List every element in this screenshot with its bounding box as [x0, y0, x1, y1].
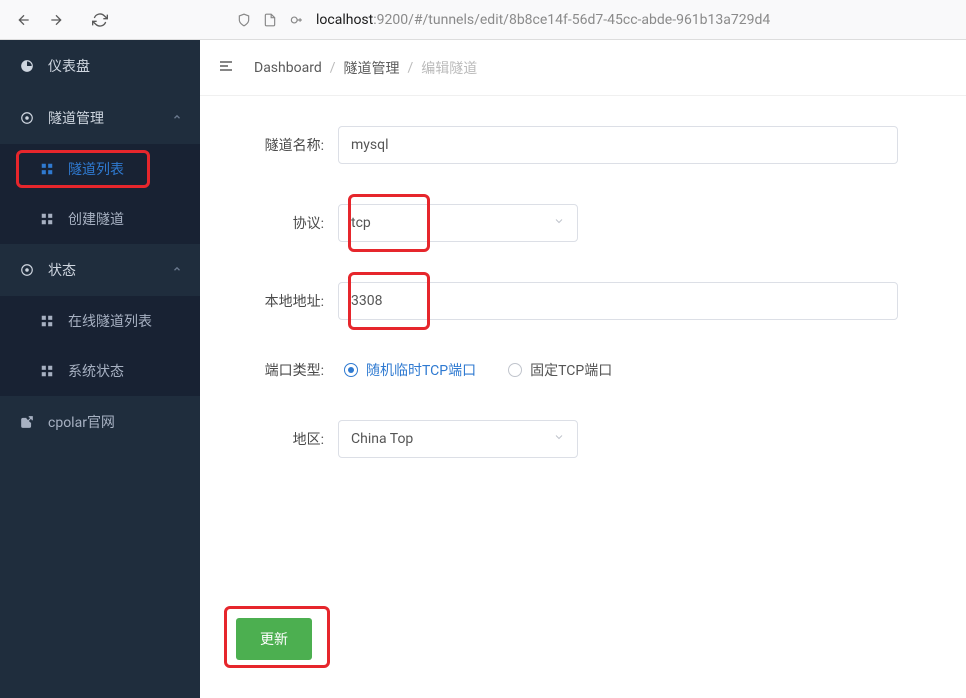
reload-button[interactable]	[84, 5, 116, 35]
sidebar-item-status[interactable]: 状态	[0, 244, 200, 296]
submit-button[interactable]: 更新	[236, 618, 312, 660]
breadcrumb-edit-tunnel: 编辑隧道	[421, 58, 477, 78]
breadcrumb-separator: /	[400, 60, 422, 76]
sidebar-item-tunnel-mgmt[interactable]: 隧道管理	[0, 92, 200, 144]
chevron-up-icon	[172, 110, 182, 126]
protocol-label: 协议:	[220, 213, 338, 233]
forward-button[interactable]	[40, 5, 72, 35]
grid-icon	[38, 212, 56, 226]
local-addr-input[interactable]	[338, 282, 898, 320]
sidebar: 仪表盘 隧道管理 隧道列表 创建隧道	[0, 40, 200, 698]
chevron-down-icon	[553, 215, 565, 231]
sidebar-item-dashboard[interactable]: 仪表盘	[0, 40, 200, 92]
breadcrumb-dashboard[interactable]: Dashboard	[254, 60, 322, 76]
page-icon	[260, 13, 280, 27]
tunnel-name-label: 隧道名称:	[220, 135, 338, 155]
target-icon	[18, 111, 36, 125]
port-type-fixed-radio[interactable]: 固定TCP端口	[508, 360, 612, 380]
sidebar-item-label: 在线隧道列表	[68, 311, 152, 331]
chevron-up-icon	[172, 262, 182, 278]
lock-icon	[286, 13, 306, 27]
radio-icon	[508, 363, 522, 377]
breadcrumb: Dashboard / 隧道管理 / 编辑隧道	[200, 40, 966, 96]
tunnel-name-input[interactable]	[338, 126, 898, 164]
shield-icon	[234, 13, 254, 27]
breadcrumb-tunnel-mgmt[interactable]: 隧道管理	[344, 58, 400, 78]
sidebar-item-cpolar-site[interactable]: cpolar官网	[0, 396, 200, 448]
back-button[interactable]	[8, 5, 40, 35]
grid-icon	[38, 162, 56, 176]
breadcrumb-separator: /	[322, 60, 344, 76]
region-label: 地区:	[220, 429, 338, 449]
region-select[interactable]: China Top	[338, 420, 578, 458]
protocol-value: tcp	[351, 215, 371, 231]
grid-icon	[38, 314, 56, 328]
url-text: localhost:9200/#/tunnels/edit/8b8ce14f-5…	[316, 12, 770, 28]
sidebar-item-label: 隧道列表	[68, 159, 124, 179]
protocol-select[interactable]: tcp	[338, 204, 578, 242]
local-addr-label: 本地地址:	[220, 291, 338, 311]
port-type-random-radio[interactable]: 随机临时TCP端口	[344, 360, 476, 380]
radio-label: 随机临时TCP端口	[366, 360, 476, 380]
url-bar[interactable]: localhost:9200/#/tunnels/edit/8b8ce14f-5…	[226, 4, 958, 36]
sidebar-item-label: 隧道管理	[48, 108, 104, 128]
sidebar-item-create-tunnel[interactable]: 创建隧道	[0, 194, 200, 244]
sidebar-item-label: 创建隧道	[68, 209, 124, 229]
menu-toggle-icon[interactable]	[218, 58, 234, 78]
target-icon	[18, 263, 36, 277]
sidebar-item-online-list[interactable]: 在线隧道列表	[0, 296, 200, 346]
radio-icon	[344, 363, 358, 377]
grid-icon	[38, 364, 56, 378]
port-type-label: 端口类型:	[220, 360, 338, 380]
radio-label: 固定TCP端口	[530, 360, 612, 380]
chevron-down-icon	[553, 431, 565, 447]
sidebar-item-label: 状态	[48, 260, 76, 280]
sidebar-item-label: 仪表盘	[48, 56, 90, 76]
external-link-icon	[18, 415, 36, 429]
sidebar-item-tunnel-list[interactable]: 隧道列表	[0, 144, 200, 194]
sidebar-item-label: cpolar官网	[48, 412, 115, 432]
sidebar-item-label: 系统状态	[68, 361, 124, 381]
dashboard-icon	[18, 59, 36, 73]
sidebar-item-system-status[interactable]: 系统状态	[0, 346, 200, 396]
region-value: China Top	[351, 431, 413, 447]
